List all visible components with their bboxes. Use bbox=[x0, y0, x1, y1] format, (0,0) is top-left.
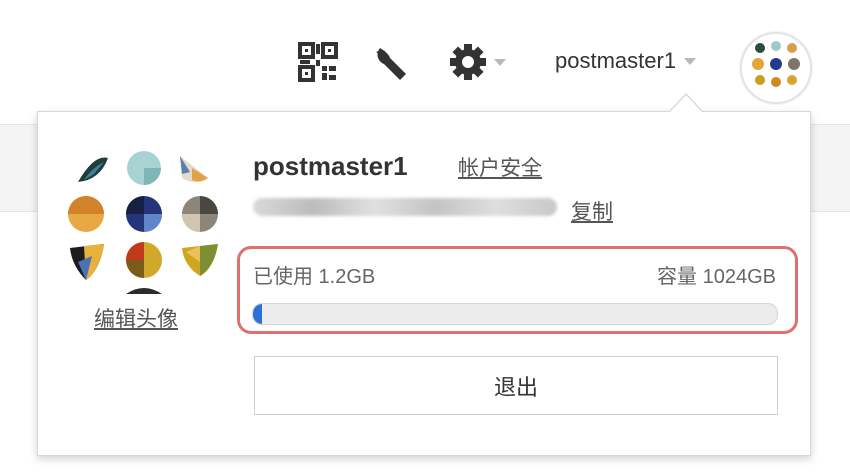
edit-avatar-link[interactable]: 编辑头像 bbox=[94, 303, 178, 333]
logout-button[interactable]: 退出 bbox=[254, 356, 778, 415]
avatar-image bbox=[68, 151, 218, 294]
account-security-link[interactable]: 帐户安全 bbox=[458, 152, 542, 182]
copy-email-link[interactable]: 复制 bbox=[571, 196, 613, 226]
popup-arrow-inner bbox=[670, 95, 702, 112]
qr-code-icon bbox=[298, 42, 338, 82]
storage-progress-bar bbox=[252, 303, 778, 325]
qr-code-button[interactable] bbox=[298, 42, 338, 82]
storage-progress-fill bbox=[253, 304, 263, 324]
avatar-image bbox=[752, 41, 800, 87]
gear-icon bbox=[450, 44, 486, 80]
chevron-down-icon bbox=[494, 58, 506, 66]
user-menu[interactable]: postmaster1 bbox=[555, 48, 697, 74]
chevron-down-icon bbox=[684, 57, 697, 65]
username-label: postmaster1 bbox=[555, 48, 677, 73]
tools-button[interactable] bbox=[372, 42, 412, 82]
top-toolbar: postmaster1 bbox=[0, 0, 850, 124]
settings-button[interactable] bbox=[448, 42, 506, 82]
account-username: postmaster1 bbox=[253, 151, 408, 181]
wrench-icon bbox=[376, 48, 406, 80]
storage-used-label: 已使用 1.2GB bbox=[253, 266, 376, 288]
email-address-blurred bbox=[253, 198, 557, 216]
storage-capacity-label: 容量 1024GB bbox=[657, 266, 776, 288]
avatar[interactable] bbox=[740, 32, 812, 104]
avatar[interactable] bbox=[64, 144, 224, 294]
